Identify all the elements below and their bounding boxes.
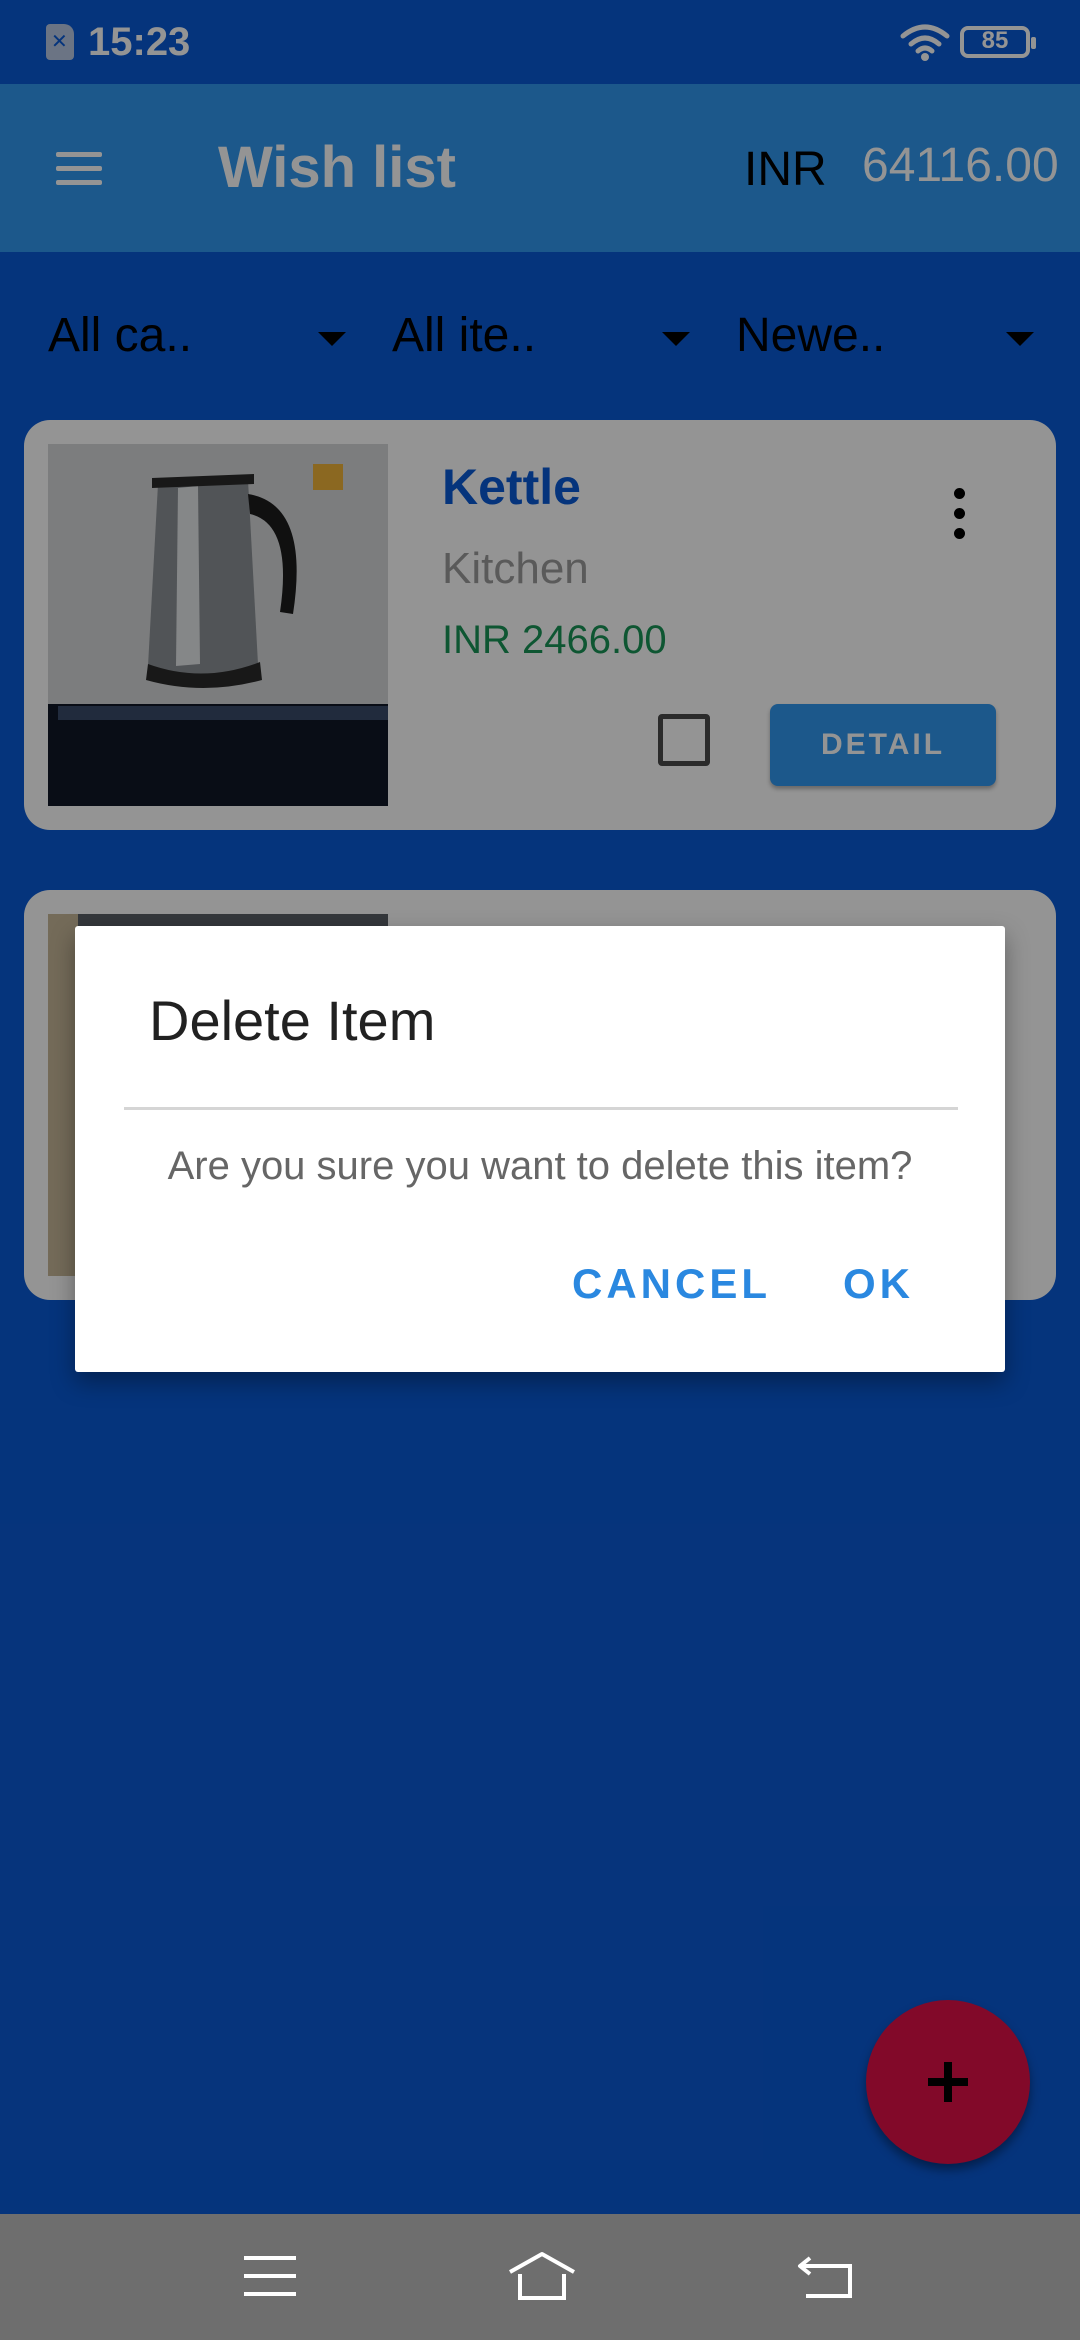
system-nav-bar (0, 2214, 1080, 2340)
nav-back-icon[interactable] (796, 2254, 856, 2300)
dialog-title: Delete Item (149, 989, 436, 1052)
nav-home-icon[interactable] (506, 2250, 578, 2302)
dialog-message: Are you sure you want to delete this ite… (167, 1144, 913, 1188)
dialog-divider (124, 1107, 958, 1110)
delete-item-dialog: Delete Item Are you sure you want to del… (75, 926, 1005, 1372)
nav-menu-icon[interactable] (244, 2254, 296, 2298)
ok-button[interactable]: OK (843, 1260, 914, 1308)
cancel-button[interactable]: CANCEL (572, 1260, 771, 1308)
